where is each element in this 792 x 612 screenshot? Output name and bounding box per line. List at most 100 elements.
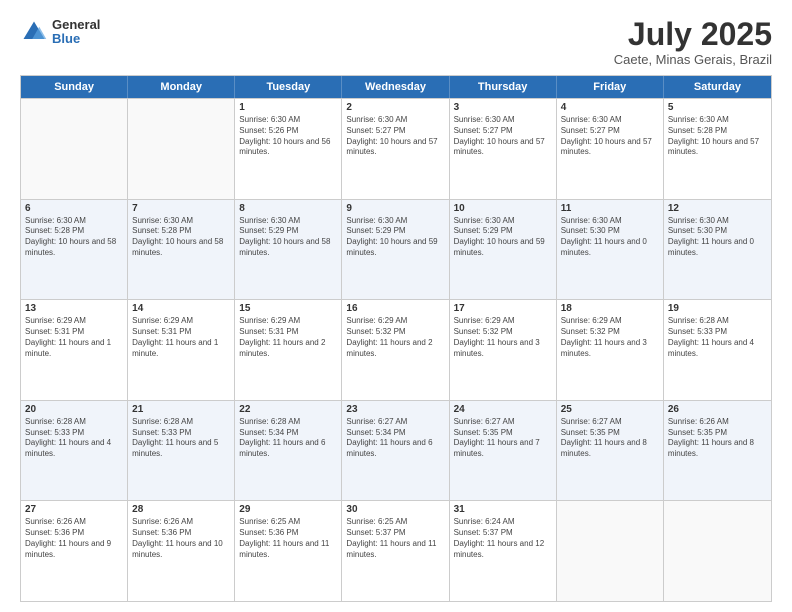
- calendar-cell: [664, 501, 771, 601]
- calendar-cell: 2Sunrise: 6:30 AM Sunset: 5:27 PM Daylig…: [342, 99, 449, 199]
- day-number: 29: [239, 504, 337, 515]
- calendar-row: 20 Sunrise: 6:28 AM Sunset: 5:33 PM Dayli…: [21, 400, 771, 501]
- day-number: 3: [454, 102, 552, 113]
- calendar-cell: 20 Sunrise: 6:28 AM Sunset: 5:33 PM Dayli…: [21, 401, 128, 501]
- day-info: Sunrise: 6:30 AM Sunset: 5:29 PM Dayligh…: [346, 216, 444, 259]
- calendar-row: 27Sunrise: 6:26 AM Sunset: 5:36 PM Dayli…: [21, 500, 771, 601]
- day-info: Sunrise: 6:30 AM Sunset: 5:28 PM Dayligh…: [132, 216, 230, 259]
- day-number: 4: [561, 102, 659, 113]
- weekday-header-monday: Monday: [128, 76, 235, 98]
- day-info: Sunrise: 6:29 AM Sunset: 5:32 PM Dayligh…: [561, 316, 659, 359]
- day-number: 28: [132, 504, 230, 515]
- day-number: 17: [454, 303, 552, 314]
- day-info: Sunrise: 6:26 AM Sunset: 5:36 PM Dayligh…: [25, 517, 123, 560]
- day-number: 10: [454, 203, 552, 214]
- day-number: 11: [561, 203, 659, 214]
- day-number: 23: [346, 404, 444, 415]
- weekday-header-tuesday: Tuesday: [235, 76, 342, 98]
- day-info: Sunrise: 6:30 AM Sunset: 5:27 PM Dayligh…: [561, 115, 659, 158]
- title-block: July 2025 Caete, Minas Gerais, Brazil: [614, 18, 772, 67]
- day-info: Sunrise: 6:30 AM Sunset: 5:30 PM Dayligh…: [561, 216, 659, 259]
- day-number: 5: [668, 102, 767, 113]
- weekday-header-wednesday: Wednesday: [342, 76, 449, 98]
- calendar-cell: 14 Sunrise: 6:29 AM Sunset: 5:31 PM Dayli…: [128, 300, 235, 400]
- calendar-cell: 26Sunrise: 6:26 AM Sunset: 5:35 PM Dayli…: [664, 401, 771, 501]
- day-info: Sunrise: 6:25 AM Sunset: 5:37 PM Dayligh…: [346, 517, 444, 560]
- day-number: 30: [346, 504, 444, 515]
- day-info: Sunrise: 6:27 AM Sunset: 5:35 PM Dayligh…: [454, 417, 552, 460]
- day-number: 9: [346, 203, 444, 214]
- calendar-cell: 3 Sunrise: 6:30 AM Sunset: 5:27 PM Daylig…: [450, 99, 557, 199]
- calendar-cell: 22 Sunrise: 6:28 AM Sunset: 5:34 PM Dayli…: [235, 401, 342, 501]
- calendar-cell: [21, 99, 128, 199]
- calendar-body: 1 Sunrise: 6:30 AM Sunset: 5:26 PM Daylig…: [21, 98, 771, 601]
- day-info: Sunrise: 6:30 AM Sunset: 5:27 PM Dayligh…: [454, 115, 552, 158]
- day-info: Sunrise: 6:28 AM Sunset: 5:33 PM Dayligh…: [132, 417, 230, 460]
- calendar-cell: 9 Sunrise: 6:30 AM Sunset: 5:29 PM Daylig…: [342, 200, 449, 300]
- day-number: 20: [25, 404, 123, 415]
- day-number: 26: [668, 404, 767, 415]
- day-info: Sunrise: 6:28 AM Sunset: 5:34 PM Dayligh…: [239, 417, 337, 460]
- day-number: 24: [454, 404, 552, 415]
- day-number: 14: [132, 303, 230, 314]
- day-number: 15: [239, 303, 337, 314]
- day-number: 2: [346, 102, 444, 113]
- day-info: Sunrise: 6:30 AM Sunset: 5:26 PM Dayligh…: [239, 115, 337, 158]
- logo: General Blue: [20, 18, 100, 47]
- month-title: July 2025: [614, 18, 772, 50]
- calendar-cell: 17 Sunrise: 6:29 AM Sunset: 5:32 PM Dayli…: [450, 300, 557, 400]
- calendar-cell: 8 Sunrise: 6:30 AM Sunset: 5:29 PM Daylig…: [235, 200, 342, 300]
- calendar-cell: 18Sunrise: 6:29 AM Sunset: 5:32 PM Dayli…: [557, 300, 664, 400]
- day-info: Sunrise: 6:30 AM Sunset: 5:28 PM Dayligh…: [668, 115, 767, 158]
- weekday-header-friday: Friday: [557, 76, 664, 98]
- day-info: Sunrise: 6:30 AM Sunset: 5:28 PM Dayligh…: [25, 216, 123, 259]
- calendar-row: 6Sunrise: 6:30 AM Sunset: 5:28 PM Daylig…: [21, 199, 771, 300]
- calendar-cell: 11 Sunrise: 6:30 AM Sunset: 5:30 PM Dayli…: [557, 200, 664, 300]
- day-number: 19: [668, 303, 767, 314]
- calendar-header: SundayMondayTuesdayWednesdayThursdayFrid…: [21, 76, 771, 98]
- calendar-cell: 31Sunrise: 6:24 AM Sunset: 5:37 PM Dayli…: [450, 501, 557, 601]
- day-info: Sunrise: 6:24 AM Sunset: 5:37 PM Dayligh…: [454, 517, 552, 560]
- calendar-row: 13 Sunrise: 6:29 AM Sunset: 5:31 PM Dayli…: [21, 299, 771, 400]
- weekday-header-sunday: Sunday: [21, 76, 128, 98]
- calendar-cell: [557, 501, 664, 601]
- calendar-cell: 29Sunrise: 6:25 AM Sunset: 5:36 PM Dayli…: [235, 501, 342, 601]
- calendar-cell: 23 Sunrise: 6:27 AM Sunset: 5:34 PM Dayli…: [342, 401, 449, 501]
- day-number: 16: [346, 303, 444, 314]
- day-info: Sunrise: 6:26 AM Sunset: 5:36 PM Dayligh…: [132, 517, 230, 560]
- header: General Blue July 2025 Caete, Minas Gera…: [20, 18, 772, 67]
- calendar-cell: 15 Sunrise: 6:29 AM Sunset: 5:31 PM Dayli…: [235, 300, 342, 400]
- calendar-cell: 21 Sunrise: 6:28 AM Sunset: 5:33 PM Dayli…: [128, 401, 235, 501]
- day-number: 13: [25, 303, 123, 314]
- calendar-row: 1 Sunrise: 6:30 AM Sunset: 5:26 PM Daylig…: [21, 98, 771, 199]
- day-number: 21: [132, 404, 230, 415]
- day-info: Sunrise: 6:28 AM Sunset: 5:33 PM Dayligh…: [25, 417, 123, 460]
- day-info: Sunrise: 6:30 AM Sunset: 5:29 PM Dayligh…: [454, 216, 552, 259]
- calendar-cell: 30 Sunrise: 6:25 AM Sunset: 5:37 PM Dayli…: [342, 501, 449, 601]
- day-number: 22: [239, 404, 337, 415]
- logo-general-text: General: [52, 18, 100, 32]
- day-number: 7: [132, 203, 230, 214]
- day-number: 25: [561, 404, 659, 415]
- calendar-cell: 1 Sunrise: 6:30 AM Sunset: 5:26 PM Daylig…: [235, 99, 342, 199]
- calendar: SundayMondayTuesdayWednesdayThursdayFrid…: [20, 75, 772, 602]
- calendar-cell: 28 Sunrise: 6:26 AM Sunset: 5:36 PM Dayli…: [128, 501, 235, 601]
- day-number: 12: [668, 203, 767, 214]
- day-info: Sunrise: 6:29 AM Sunset: 5:31 PM Dayligh…: [132, 316, 230, 359]
- day-number: 1: [239, 102, 337, 113]
- calendar-cell: 16 Sunrise: 6:29 AM Sunset: 5:32 PM Dayli…: [342, 300, 449, 400]
- day-info: Sunrise: 6:27 AM Sunset: 5:35 PM Dayligh…: [561, 417, 659, 460]
- page: General Blue July 2025 Caete, Minas Gera…: [0, 0, 792, 612]
- day-number: 8: [239, 203, 337, 214]
- logo-blue-text: Blue: [52, 32, 100, 46]
- day-info: Sunrise: 6:29 AM Sunset: 5:31 PM Dayligh…: [239, 316, 337, 359]
- calendar-cell: [128, 99, 235, 199]
- day-info: Sunrise: 6:27 AM Sunset: 5:34 PM Dayligh…: [346, 417, 444, 460]
- day-info: Sunrise: 6:29 AM Sunset: 5:32 PM Dayligh…: [454, 316, 552, 359]
- calendar-cell: 19Sunrise: 6:28 AM Sunset: 5:33 PM Dayli…: [664, 300, 771, 400]
- calendar-cell: 25 Sunrise: 6:27 AM Sunset: 5:35 PM Dayli…: [557, 401, 664, 501]
- day-info: Sunrise: 6:29 AM Sunset: 5:32 PM Dayligh…: [346, 316, 444, 359]
- calendar-cell: 27Sunrise: 6:26 AM Sunset: 5:36 PM Dayli…: [21, 501, 128, 601]
- calendar-cell: 7 Sunrise: 6:30 AM Sunset: 5:28 PM Daylig…: [128, 200, 235, 300]
- day-info: Sunrise: 6:30 AM Sunset: 5:29 PM Dayligh…: [239, 216, 337, 259]
